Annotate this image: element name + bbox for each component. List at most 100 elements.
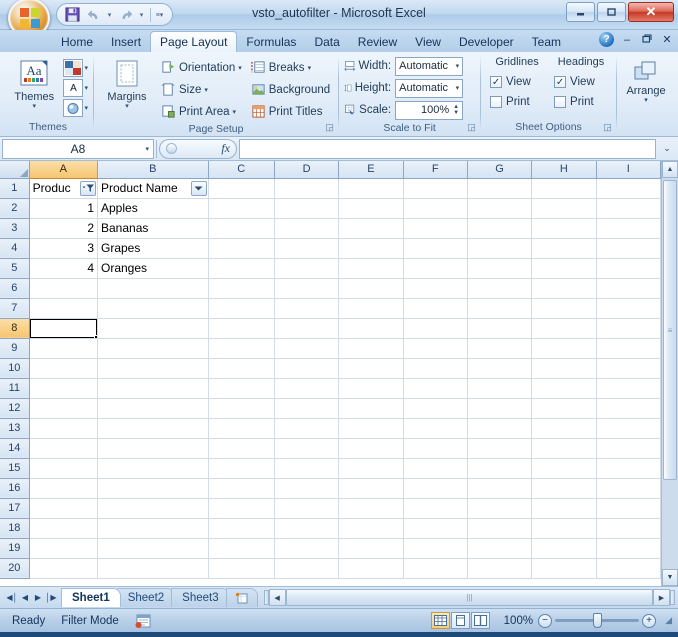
- cell-b2[interactable]: Apples: [97, 198, 209, 219]
- cell-i17[interactable]: [596, 498, 661, 519]
- row-header-20[interactable]: 20: [0, 558, 30, 579]
- sheet-tab-sheet3[interactable]: Sheet3: [171, 588, 230, 607]
- cell-d5[interactable]: [274, 258, 340, 279]
- cell-a16[interactable]: [29, 478, 99, 499]
- cell-h11[interactable]: [531, 378, 597, 399]
- headings-print-checkbox[interactable]: Print: [550, 92, 612, 112]
- cell-c14[interactable]: [208, 438, 275, 459]
- cell-f1[interactable]: [403, 178, 468, 199]
- theme-colors-button[interactable]: ▾: [63, 59, 88, 77]
- scroll-right-button[interactable]: ▶: [653, 589, 670, 606]
- theme-colors-caret-icon[interactable]: ▾: [84, 64, 88, 72]
- cell-d17[interactable]: [274, 498, 340, 519]
- cell-c9[interactable]: [208, 338, 275, 359]
- cell-i6[interactable]: [596, 278, 661, 299]
- cell-h20[interactable]: [531, 558, 597, 579]
- print-area-caret-icon[interactable]: ▾: [232, 108, 236, 116]
- margins-caret-icon[interactable]: ▾: [125, 103, 129, 110]
- checkbox-checked-icon[interactable]: ✓: [490, 76, 503, 88]
- formula-bar-expand-icon[interactable]: ⌄: [658, 139, 676, 159]
- filter-active-funnel-icon[interactable]: [80, 180, 96, 196]
- cell-d6[interactable]: [274, 278, 340, 299]
- row-header-4[interactable]: 4: [0, 238, 30, 259]
- cell-h9[interactable]: [531, 338, 597, 359]
- cell-c19[interactable]: [208, 538, 275, 559]
- print-area-button[interactable]: Print Area ▾: [158, 101, 245, 122]
- cell-i1[interactable]: [596, 178, 661, 199]
- formula-bar-buttons[interactable]: fx: [159, 138, 237, 159]
- column-header-c[interactable]: C: [208, 161, 275, 179]
- cell-a5[interactable]: 4: [29, 258, 99, 279]
- cell-c12[interactable]: [208, 398, 275, 419]
- column-header-h[interactable]: H: [531, 161, 597, 179]
- zoom-slider[interactable]: − +: [538, 613, 657, 628]
- cell-f17[interactable]: [403, 498, 468, 519]
- cell-h4[interactable]: [531, 238, 597, 259]
- page-setup-dialog-launcher[interactable]: ◲: [324, 122, 335, 133]
- arrange-button[interactable]: Arrange ▾: [622, 57, 670, 104]
- cell-e16[interactable]: [338, 478, 404, 499]
- cell-a1[interactable]: Produc: [29, 178, 99, 199]
- column-header-f[interactable]: F: [403, 161, 468, 179]
- cell-i8[interactable]: [596, 318, 661, 339]
- name-box[interactable]: A8 ▾: [2, 138, 154, 159]
- cell-h3[interactable]: [531, 218, 597, 239]
- row-header-19[interactable]: 19: [0, 538, 30, 559]
- cell-g7[interactable]: [467, 298, 533, 319]
- zoom-in-button[interactable]: +: [642, 613, 657, 628]
- cell-b1[interactable]: Product Name: [97, 178, 209, 199]
- scale-to-fit-dialog-launcher[interactable]: ◲: [466, 122, 477, 133]
- breaks-caret-icon[interactable]: ▾: [308, 64, 312, 72]
- cell-a18[interactable]: [29, 518, 99, 539]
- cell-c7[interactable]: [208, 298, 275, 319]
- themes-caret-icon[interactable]: ▾: [32, 103, 36, 110]
- cell-f9[interactable]: [403, 338, 468, 359]
- theme-fonts-button[interactable]: A ▾: [63, 79, 88, 97]
- cell-c6[interactable]: [208, 278, 275, 299]
- cell-g12[interactable]: [467, 398, 533, 419]
- cell-i13[interactable]: [596, 418, 661, 439]
- last-sheet-button[interactable]: │▶: [45, 593, 57, 602]
- cell-a15[interactable]: [29, 458, 99, 479]
- first-sheet-button[interactable]: ◀│: [6, 593, 18, 602]
- cell-a2[interactable]: 1: [29, 198, 99, 219]
- cell-f10[interactable]: [403, 358, 468, 379]
- cell-a19[interactable]: [29, 538, 99, 559]
- background-button[interactable]: Background: [248, 79, 333, 100]
- horizontal-scrollbar[interactable]: |||: [285, 589, 653, 606]
- cell-f2[interactable]: [403, 198, 468, 219]
- cell-b6[interactable]: [97, 278, 209, 299]
- row-header-3[interactable]: 3: [0, 218, 30, 239]
- cell-f4[interactable]: [403, 238, 468, 259]
- cell-d3[interactable]: [274, 218, 340, 239]
- cell-h8[interactable]: [531, 318, 597, 339]
- cell-f5[interactable]: [403, 258, 468, 279]
- cell-g20[interactable]: [467, 558, 533, 579]
- cell-d10[interactable]: [274, 358, 340, 379]
- cell-e8[interactable]: [338, 318, 404, 339]
- cell-h14[interactable]: [531, 438, 597, 459]
- page-layout-view-button[interactable]: [451, 612, 471, 629]
- row-header-17[interactable]: 17: [0, 498, 30, 519]
- headings-view-checkbox[interactable]: ✓ View: [550, 72, 612, 92]
- tab-data[interactable]: Data: [305, 31, 348, 52]
- cell-i7[interactable]: [596, 298, 661, 319]
- tab-review[interactable]: Review: [349, 31, 406, 52]
- cell-d9[interactable]: [274, 338, 340, 359]
- cell-b7[interactable]: [97, 298, 209, 319]
- cell-h18[interactable]: [531, 518, 597, 539]
- window-restore-button[interactable]: [597, 2, 626, 22]
- scale-height-caret-icon[interactable]: ▾: [456, 84, 460, 92]
- cell-g9[interactable]: [467, 338, 533, 359]
- cancel-enter-icon[interactable]: [166, 143, 177, 154]
- cell-d12[interactable]: [274, 398, 340, 419]
- cell-g2[interactable]: [467, 198, 533, 219]
- row-header-16[interactable]: 16: [0, 478, 30, 499]
- scroll-left-button[interactable]: ◀: [268, 589, 286, 606]
- zoom-level-label[interactable]: 100%: [495, 615, 533, 627]
- cell-h17[interactable]: [531, 498, 597, 519]
- zoom-slider-track[interactable]: [555, 613, 640, 628]
- cell-c10[interactable]: [208, 358, 275, 379]
- cell-c11[interactable]: [208, 378, 275, 399]
- workbook-close-button[interactable]: ✕: [660, 33, 674, 46]
